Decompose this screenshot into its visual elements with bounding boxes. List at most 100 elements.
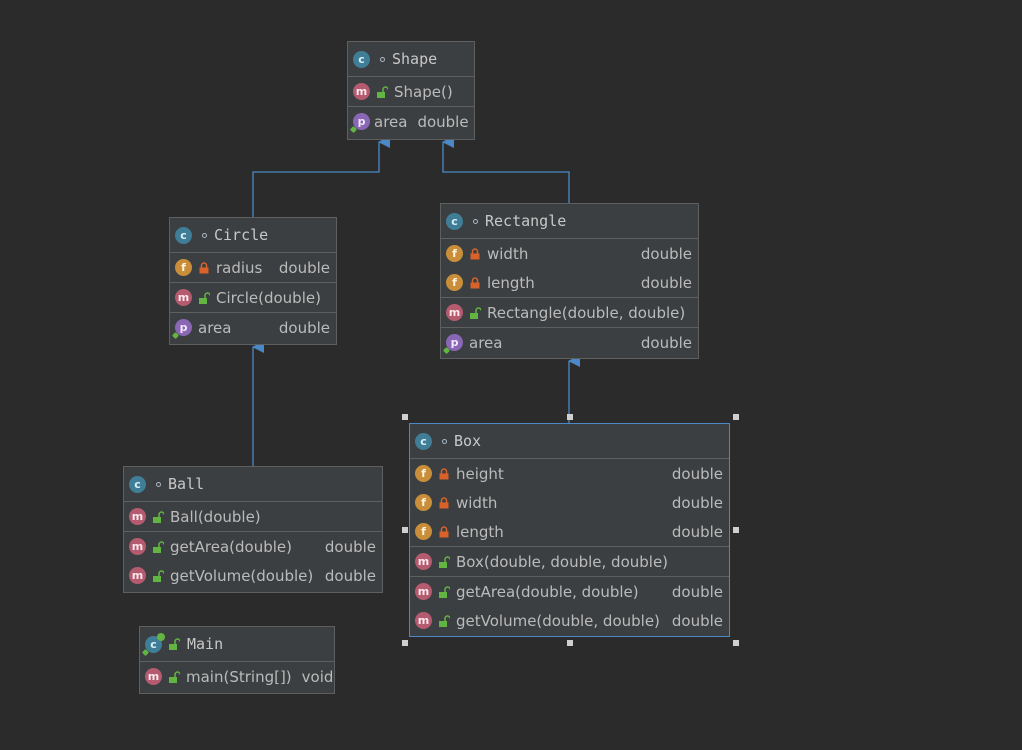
unlock-icon (470, 306, 481, 319)
class-header: c Main (140, 627, 334, 662)
class-header: c Shape (348, 42, 474, 77)
field-icon: f (446, 245, 463, 262)
properties-section: p area double (441, 328, 698, 357)
member-row[interactable]: m Circle(double) (170, 283, 336, 312)
member-row[interactable]: m Ball(double) (124, 502, 382, 531)
class-ball[interactable]: c Ball m Ball(double) m getArea(double) … (123, 466, 383, 593)
class-header: c Box (410, 424, 729, 459)
member-row[interactable]: m getVolume(double, double) double (410, 606, 729, 635)
member-type: double (640, 244, 692, 263)
unlock-icon (439, 614, 450, 627)
member-row[interactable]: f width double (441, 239, 698, 268)
class-box[interactable]: c Box f height double f width double f l… (409, 423, 730, 637)
fields-section: f radius double (170, 253, 336, 283)
resize-handle[interactable] (733, 527, 739, 533)
class-title: Rectangle (485, 212, 567, 230)
constructors-section: m Ball(double) (124, 502, 382, 532)
edge-circle-to-shape[interactable] (252, 136, 390, 217)
constructors-section: m Box(double, double, double) (410, 547, 729, 577)
fields-section: f width double f length double (441, 239, 698, 298)
member-name: length (456, 522, 504, 541)
member-row[interactable]: p area double (170, 313, 336, 342)
member-row[interactable]: m Box(double, double, double) (410, 547, 729, 576)
unlock-icon (153, 510, 164, 523)
member-type: double (324, 566, 376, 585)
member-name: width (487, 244, 529, 263)
lock-icon (439, 525, 449, 537)
method-icon: m (415, 583, 432, 600)
member-type: double (640, 333, 692, 352)
method-icon: m (446, 304, 463, 321)
class-main[interactable]: c Main m main(String[]) void (139, 626, 335, 694)
resize-handle[interactable] (402, 527, 408, 533)
unlock-icon (439, 555, 450, 568)
member-row[interactable]: p area double (348, 107, 474, 136)
resize-handle[interactable] (567, 640, 573, 646)
member-name: main(String[]) (186, 667, 292, 686)
member-name: area (469, 333, 503, 352)
member-row[interactable]: f radius double (170, 253, 336, 282)
member-row[interactable]: f length double (441, 268, 698, 297)
method-icon: m (145, 668, 162, 685)
class-rectangle[interactable]: c Rectangle f width double f length doub… (440, 203, 699, 359)
member-row[interactable]: p area double (441, 328, 698, 357)
methods-section: m getArea(double, double) double m getVo… (410, 577, 729, 635)
class-shape[interactable]: c Shape m Shape() p area double (347, 41, 475, 140)
abstract-dot-icon (442, 438, 447, 444)
class-title: Box (454, 432, 482, 450)
fields-section: f height double f width double f length … (410, 459, 729, 547)
lock-icon (470, 247, 480, 259)
member-row[interactable]: f height double (410, 459, 729, 488)
unlock-icon (169, 638, 180, 650)
member-row[interactable]: m Shape() (348, 77, 474, 106)
edge-rectangle-to-shape[interactable] (442, 136, 570, 203)
property-icon: p (446, 334, 463, 351)
class-icon: c (353, 50, 370, 68)
constructors-section: m Shape() (348, 77, 474, 107)
member-type: double (671, 493, 723, 512)
class-circle[interactable]: c Circle f radius double m Circle(double… (169, 217, 337, 345)
class-header: c Circle (170, 218, 336, 253)
field-icon: f (415, 494, 432, 511)
resize-handle[interactable] (733, 414, 739, 420)
member-row[interactable]: m Rectangle(double, double) (441, 298, 698, 327)
member-name: height (456, 464, 504, 483)
class-title: Main (187, 635, 224, 653)
member-row[interactable]: m getArea(double) double (124, 532, 382, 561)
method-icon: m (353, 83, 370, 100)
methods-section: m getArea(double) double m getVolume(dou… (124, 532, 382, 590)
unlock-icon (153, 540, 164, 553)
member-name: Rectangle(double, double) (487, 303, 686, 322)
method-icon: m (129, 508, 146, 525)
method-icon: m (129, 538, 146, 555)
member-type: double (671, 522, 723, 541)
lock-icon (199, 261, 209, 273)
class-header: c Ball (124, 467, 382, 502)
member-row[interactable]: m getArea(double, double) double (410, 577, 729, 606)
member-name: width (456, 493, 498, 512)
member-name: Box(double, double, double) (456, 552, 669, 571)
constructors-section: m Rectangle(double, double) (441, 298, 698, 328)
member-type: double (417, 112, 469, 131)
field-icon: f (415, 523, 432, 540)
field-icon: f (415, 465, 432, 482)
member-row[interactable]: m main(String[]) void (140, 662, 334, 691)
member-name: radius (216, 258, 263, 277)
member-name: Circle(double) (216, 288, 321, 307)
member-row[interactable]: f width double (410, 488, 729, 517)
member-row[interactable]: m getVolume(double) double (124, 561, 382, 590)
resize-handle[interactable] (733, 640, 739, 646)
property-icon: p (353, 113, 370, 130)
member-name: length (487, 273, 535, 292)
resize-handle[interactable] (402, 414, 408, 420)
member-row[interactable]: f length double (410, 517, 729, 546)
member-type: double (278, 318, 330, 337)
resize-handle[interactable] (567, 414, 573, 420)
class-icon: c (129, 475, 146, 493)
method-icon: m (129, 567, 146, 584)
field-icon: f (175, 259, 192, 276)
member-name: getArea(double, double) (456, 582, 639, 601)
resize-handle[interactable] (402, 640, 408, 646)
member-name: getVolume(double, double) (456, 611, 660, 630)
member-name: getArea(double) (170, 537, 292, 556)
